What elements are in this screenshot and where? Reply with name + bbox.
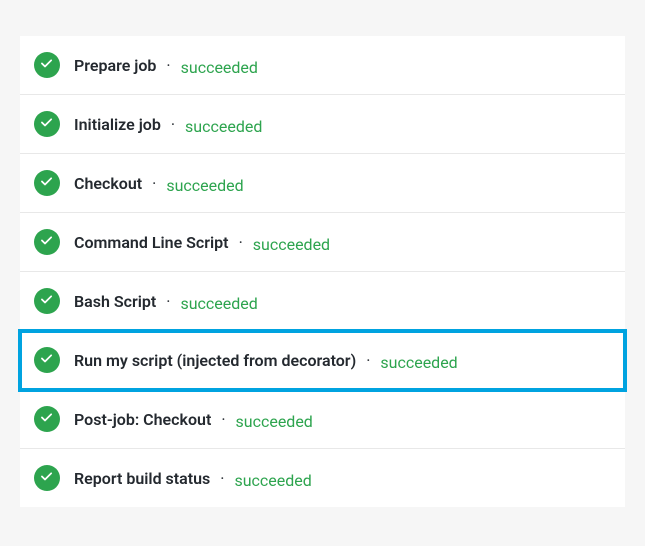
status-badge: succeeded — [166, 176, 243, 195]
status-badge: succeeded — [234, 471, 311, 490]
success-icon — [34, 465, 60, 491]
step-row[interactable]: Checkout · succeeded — [20, 154, 625, 213]
step-name: Bash Script — [74, 292, 156, 311]
status-badge: succeeded — [181, 58, 258, 77]
step-row[interactable]: Prepare job · succeeded — [20, 36, 625, 95]
status-badge: succeeded — [380, 353, 457, 372]
step-name: Checkout — [74, 174, 142, 193]
separator: · — [152, 174, 156, 193]
success-icon — [34, 111, 60, 137]
separator: · — [171, 115, 175, 134]
step-name: Command Line Script — [74, 233, 229, 252]
step-row[interactable]: Post-job: Checkout · succeeded — [20, 390, 625, 449]
success-icon — [34, 52, 60, 78]
success-icon — [34, 170, 60, 196]
separator: · — [166, 56, 170, 75]
separator: · — [221, 410, 225, 429]
step-row[interactable]: Command Line Script · succeeded — [20, 213, 625, 272]
success-icon — [34, 229, 60, 255]
separator: · — [166, 292, 170, 311]
separator: · — [220, 469, 224, 488]
status-badge: succeeded — [180, 294, 257, 313]
step-name: Run my script (injected from decorator) — [74, 351, 356, 370]
step-name: Initialize job — [74, 115, 161, 134]
status-badge: succeeded — [185, 117, 262, 136]
step-name: Report build status — [74, 469, 210, 488]
status-badge: succeeded — [253, 235, 330, 254]
pipeline-steps-list: Prepare job · succeeded Initialize job ·… — [20, 36, 625, 507]
status-badge: succeeded — [236, 412, 313, 431]
separator: · — [366, 351, 370, 370]
step-row-highlighted[interactable]: Run my script (injected from decorator) … — [20, 331, 625, 390]
step-row[interactable]: Initialize job · succeeded — [20, 95, 625, 154]
step-row[interactable]: Report build status · succeeded — [20, 449, 625, 507]
success-icon — [34, 288, 60, 314]
success-icon — [34, 347, 60, 373]
step-row[interactable]: Bash Script · succeeded — [20, 272, 625, 331]
step-name: Post-job: Checkout — [74, 410, 211, 429]
step-name: Prepare job — [74, 56, 156, 75]
separator: · — [239, 233, 243, 252]
success-icon — [34, 406, 60, 432]
